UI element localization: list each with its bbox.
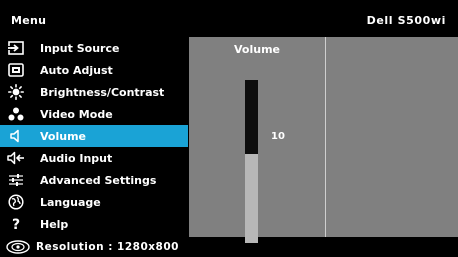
menu-item-label: Video Mode [40, 107, 113, 121]
osd-header: Menu Dell S500wi [0, 0, 458, 40]
menu-item-video-mode[interactable]: Video Mode [0, 103, 188, 125]
volume-value: 10 [271, 131, 285, 142]
brightness-icon [4, 81, 28, 103]
menu-title: Menu [11, 13, 47, 27]
resolution-icon [6, 240, 30, 254]
menu-item-label: Brightness/Contrast [40, 85, 165, 99]
svg-text:?: ? [12, 217, 20, 232]
menu-item-language[interactable]: Language [0, 191, 188, 213]
menu-item-label: Volume [40, 129, 86, 143]
volume-icon [4, 125, 28, 147]
panel-divider [325, 37, 326, 237]
osd-menu: Input Source Auto Adjust Brightness/Cont… [0, 37, 188, 237]
slider-lower-segment [245, 154, 258, 243]
menu-item-input-source[interactable]: Input Source [0, 37, 188, 59]
menu-item-label: Help [40, 217, 69, 231]
slider-upper-segment [245, 80, 258, 154]
model-name: Dell S500wi [366, 13, 446, 27]
menu-item-label: Advanced Settings [40, 173, 157, 187]
help-icon: ? [4, 213, 28, 235]
language-icon [4, 191, 28, 213]
menu-item-audio-input[interactable]: Audio Input [0, 147, 188, 169]
auto-adjust-icon [4, 59, 28, 81]
audio-input-icon [4, 147, 28, 169]
menu-item-auto-adjust[interactable]: Auto Adjust [0, 59, 188, 81]
menu-item-label: Language [40, 195, 101, 209]
volume-slider[interactable] [245, 80, 258, 243]
menu-item-label: Audio Input [40, 151, 113, 165]
menu-item-help[interactable]: ? Help [0, 213, 188, 235]
input-source-icon [4, 37, 28, 59]
menu-item-label: Input Source [40, 41, 120, 55]
menu-item-volume[interactable]: Volume [0, 125, 188, 147]
menu-item-advanced-settings[interactable]: Advanced Settings [0, 169, 188, 191]
menu-item-brightness-contrast[interactable]: Brightness/Contrast [0, 81, 188, 103]
resolution-text: Resolution : 1280x800 [36, 241, 179, 253]
advanced-settings-icon [4, 169, 28, 191]
projector-osd: Menu Dell S500wi Input Source Auto Adjus… [0, 0, 458, 257]
osd-footer: Resolution : 1280x800 [0, 237, 458, 257]
volume-panel [189, 37, 458, 237]
menu-item-label: Auto Adjust [40, 63, 113, 77]
panel-title: Volume [234, 43, 280, 56]
video-mode-icon [4, 103, 28, 125]
